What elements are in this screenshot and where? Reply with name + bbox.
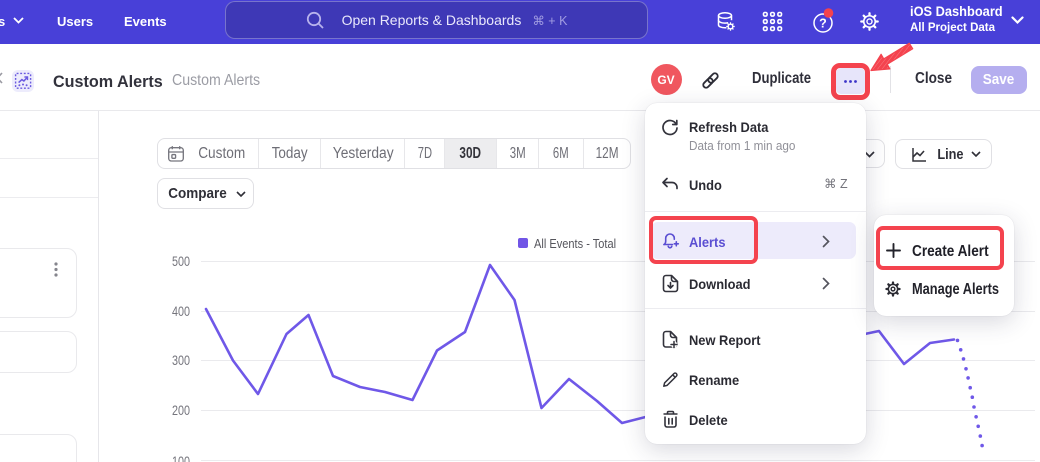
svg-text:?: ?: [819, 17, 827, 31]
